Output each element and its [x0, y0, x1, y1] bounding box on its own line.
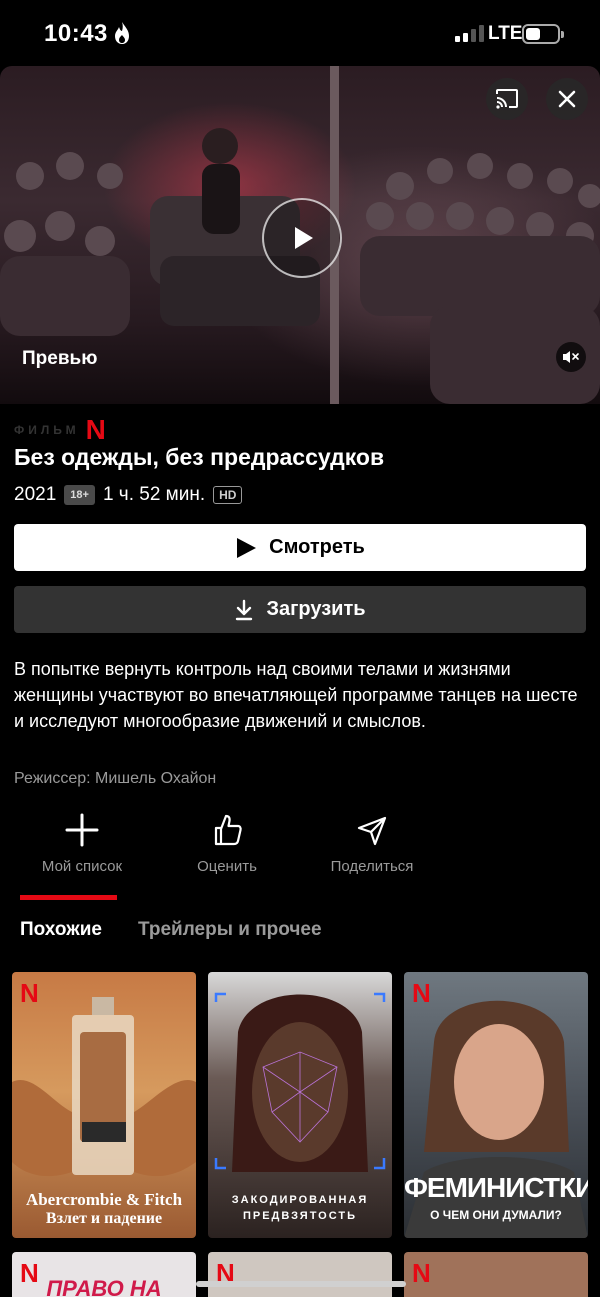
content-type-row: ФИЛЬМ N: [14, 416, 106, 444]
my-list-button[interactable]: Мой список: [12, 810, 152, 875]
card-title: ФЕМИНИСТКИ: [404, 1172, 588, 1203]
home-indicator[interactable]: [196, 1281, 406, 1287]
send-icon: [357, 816, 387, 846]
play-icon: [237, 537, 257, 558]
close-button[interactable]: [546, 78, 588, 120]
release-year: 2021: [14, 484, 57, 505]
tab-bar: Похожие Трейлеры и прочее: [0, 895, 600, 955]
active-tab-indicator: [20, 895, 117, 900]
cast-button[interactable]: [486, 78, 528, 120]
card-subtitle: Взлет и падение: [45, 1210, 163, 1227]
card-subtitle: ПРЕДВЗЯТОСТЬ: [242, 1210, 358, 1222]
battery-icon: [522, 24, 564, 44]
mute-button[interactable]: [556, 342, 586, 372]
title-card[interactable]: N ФЕМИНИСТКИ О ЧЕМ ОНИ ДУМАЛИ?: [404, 972, 588, 1238]
muted-speaker-icon: [563, 351, 579, 363]
card-subtitle: О ЧЕМ ОНИ ДУМАЛИ?: [430, 1208, 562, 1222]
tab-trailers[interactable]: Трейлеры и прочее: [138, 919, 322, 941]
play-button-label: Смотреть: [269, 536, 365, 558]
title: Без одежды, без предрассудков: [14, 444, 385, 470]
flame-icon: [115, 22, 129, 44]
netflix-badge: N: [20, 978, 39, 1008]
preview-label: Превью: [22, 348, 98, 369]
close-icon: [558, 90, 576, 108]
action-row: Мой список Оценить Поделиться: [0, 810, 600, 880]
download-button[interactable]: Загрузить: [14, 586, 586, 633]
thumbs-up-icon: [214, 814, 242, 846]
title-card[interactable]: N ПРАВО НА ЖИЗНЬ: [12, 1252, 196, 1297]
status-time: 10:43: [44, 20, 108, 47]
card-title: Abercrombie & Fitch: [25, 1190, 183, 1209]
play-icon: [295, 227, 313, 249]
play-button[interactable]: Смотреть: [14, 524, 586, 571]
duration: 1 ч. 52 мин.: [102, 484, 206, 505]
share-label: Поделиться: [330, 858, 414, 875]
status-bar: 10:43 LTE: [0, 0, 600, 66]
netflix-badge: N: [412, 1258, 431, 1288]
download-button-label: Загрузить: [266, 598, 366, 620]
plus-icon: [65, 813, 99, 847]
meta-row: 2021 18+ 1 ч. 52 мин. HD: [14, 484, 243, 506]
content-type-label: ФИЛЬМ: [14, 423, 80, 437]
share-button[interactable]: Поделиться: [302, 810, 442, 875]
description: В попытке вернуть контроль над своими те…: [14, 659, 578, 731]
download-icon: [236, 599, 253, 620]
card-title: ПРАВО НА ЖИЗНЬ: [46, 1276, 162, 1297]
age-rating-badge: 18+: [64, 485, 95, 505]
preview-video[interactable]: Превью: [0, 66, 600, 404]
title-card[interactable]: N: [208, 1252, 392, 1297]
rate-label: Оценить: [197, 858, 257, 875]
cast-icon: [496, 89, 518, 109]
preview-play-button[interactable]: [262, 198, 342, 278]
my-list-label: Мой список: [41, 858, 123, 875]
title-card[interactable]: N Abercrombie & Fitch Взлет и падение: [12, 972, 196, 1238]
netflix-logo: N: [85, 414, 106, 445]
card-title: ЗАКОДИРОВАННАЯ: [231, 1194, 369, 1206]
tab-similar[interactable]: Похожие: [20, 919, 102, 941]
director: Режиссер: Мишель Охайон: [14, 770, 217, 787]
title-card[interactable]: ЗАКОДИРОВАННАЯ ПРЕДВЗЯТОСТЬ: [208, 972, 392, 1238]
title-card[interactable]: N: [404, 1252, 588, 1297]
hd-badge: HD: [213, 486, 243, 504]
rate-button[interactable]: Оценить: [157, 810, 297, 875]
netflix-badge: N: [412, 978, 431, 1008]
signal-strength-icon: [455, 24, 484, 42]
network-type: LTE: [488, 23, 523, 44]
